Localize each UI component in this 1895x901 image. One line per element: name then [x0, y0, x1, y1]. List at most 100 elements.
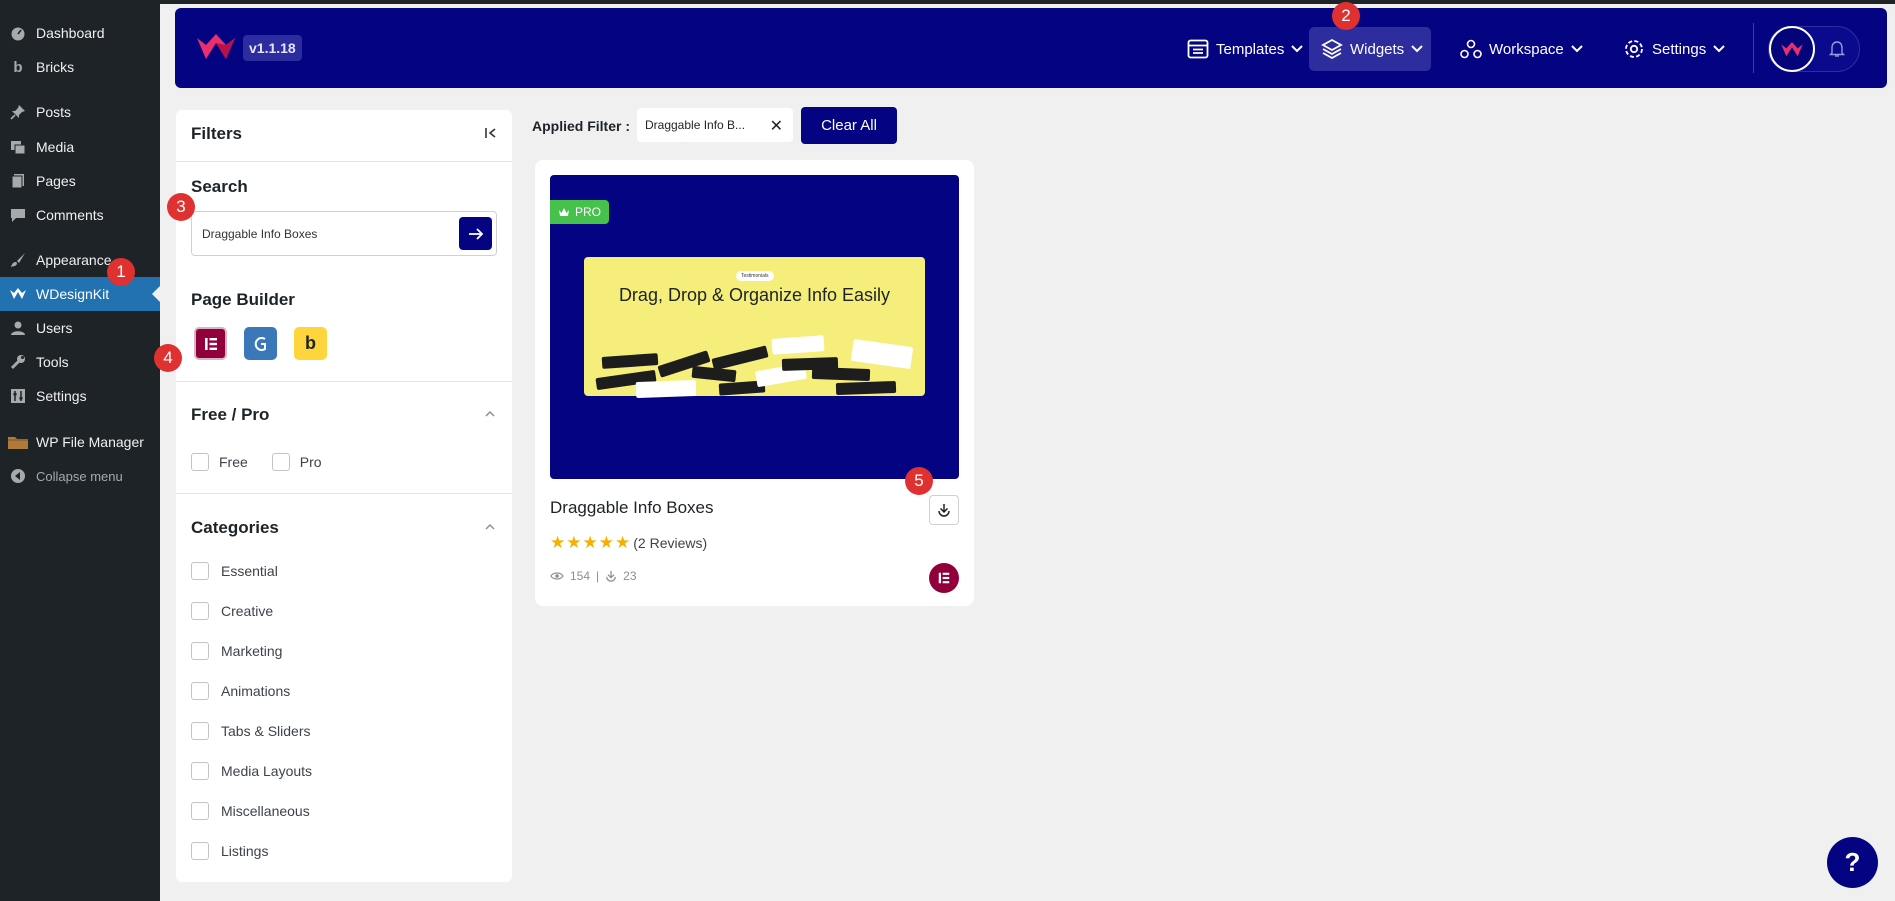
sidebar-item-label: Media: [36, 139, 75, 155]
sidebar-item-appearance[interactable]: Appearance: [0, 243, 160, 277]
category-creative[interactable]: Creative: [191, 602, 273, 620]
stats-separator: |: [596, 569, 600, 583]
nav-templates[interactable]: Templates: [1175, 27, 1315, 71]
page-builder-heading: Page Builder: [191, 290, 295, 309]
step-marker-2: 2: [1332, 2, 1360, 30]
bricks-filter-button[interactable]: b: [294, 327, 327, 360]
category-label: Miscellaneous: [221, 803, 310, 819]
search-field[interactable]: [191, 211, 497, 256]
sidebar-item-label: Appearance: [36, 252, 112, 268]
widget-title[interactable]: Draggable Info Boxes: [550, 498, 714, 518]
sidebar-item-label: Tools: [36, 354, 69, 370]
category-essential[interactable]: Essential: [191, 562, 278, 580]
elementor-filter-button[interactable]: [194, 327, 227, 360]
widget-card[interactable]: PRO Testimonials Drag, Drop & Organize I…: [535, 160, 974, 606]
chevron-up-icon[interactable]: [484, 408, 496, 420]
divider: [176, 161, 512, 162]
checkbox[interactable]: [191, 762, 209, 780]
star-icon: ★: [566, 533, 582, 552]
chevron-up-icon[interactable]: [484, 521, 496, 533]
category-tabs-sliders[interactable]: Tabs & Sliders: [191, 722, 310, 740]
view-count: 154: [570, 569, 591, 583]
checkbox[interactable]: [191, 722, 209, 740]
free-checkbox-row[interactable]: Free Pro: [191, 453, 322, 471]
search-input[interactable]: [202, 222, 442, 246]
sidebar-item-bricks[interactable]: b Bricks: [0, 50, 160, 84]
download-icon: [938, 504, 950, 517]
checkbox[interactable]: [191, 842, 209, 860]
wrench-icon: [0, 354, 36, 370]
sidebar-item-tools[interactable]: Tools: [0, 345, 160, 379]
chevron-down-icon: [1571, 45, 1583, 53]
search-submit-button[interactable]: [459, 217, 492, 250]
nav-widgets-label: Widgets: [1350, 40, 1405, 58]
pro-checkbox[interactable]: [271, 453, 290, 471]
chip-label: Draggable Info B...: [645, 118, 746, 132]
folder-icon: [0, 434, 36, 450]
collapse-menu-button[interactable]: Collapse menu: [0, 459, 160, 493]
checkbox[interactable]: [191, 562, 209, 580]
chevron-down-icon: [1411, 45, 1423, 53]
category-listings[interactable]: Listings: [191, 842, 268, 860]
avatar[interactable]: [1769, 26, 1815, 72]
bricks-icon: b: [305, 333, 316, 353]
widget-preview-image[interactable]: PRO Testimonials Drag, Drop & Organize I…: [550, 175, 959, 479]
sidebar-item-pages[interactable]: Pages: [0, 164, 160, 198]
nav-workspace[interactable]: Workspace: [1448, 27, 1595, 71]
preview-sticker: [811, 366, 871, 382]
settings-icon: [0, 388, 36, 404]
collapse-filters-icon[interactable]: [484, 126, 498, 142]
sidebar-item-users[interactable]: Users: [0, 311, 160, 345]
arrow-right-icon: [468, 227, 483, 240]
remove-filter-icon[interactable]: ✕: [770, 116, 783, 136]
gutenberg-filter-button[interactable]: [244, 327, 277, 360]
checkbox[interactable]: [191, 642, 209, 660]
category-media-layouts[interactable]: Media Layouts: [191, 762, 312, 780]
sidebar-item-posts[interactable]: Posts: [0, 95, 160, 129]
pro-badge-label: PRO: [575, 205, 602, 219]
sidebar-item-label: WP File Manager: [36, 434, 144, 450]
sidebar-item-dashboard[interactable]: Dashboard: [0, 16, 160, 50]
sidebar-item-label: Posts: [36, 104, 72, 120]
step-marker-3: 3: [167, 193, 195, 221]
widget-stats: 154 | 23: [550, 569, 637, 583]
clear-all-button[interactable]: Clear All: [801, 107, 897, 144]
gutenberg-icon: [254, 336, 266, 351]
checkbox[interactable]: [191, 602, 209, 620]
preview-artwork: Testimonials Drag, Drop & Organize Info …: [584, 257, 925, 399]
pro-label: Pro: [299, 454, 322, 470]
sidebar-item-wdesignkit[interactable]: WDesignKit: [0, 277, 160, 311]
sidebar-item-comments[interactable]: Comments: [0, 198, 160, 232]
help-button[interactable]: ?: [1827, 837, 1878, 888]
checkbox[interactable]: [191, 802, 209, 820]
categories-heading: Categories: [191, 518, 279, 537]
wdesignkit-logo[interactable]: [195, 32, 237, 67]
eye-icon: [550, 572, 564, 580]
filters-panel: Filters Search Page Builder b Free / Pro…: [176, 110, 512, 882]
category-animations[interactable]: Animations: [191, 682, 290, 700]
sidebar-item-label: Comments: [36, 207, 104, 223]
sidebar-item-label: Users: [36, 320, 73, 336]
download-button[interactable]: [929, 495, 959, 525]
category-label: Tabs & Sliders: [221, 723, 311, 739]
checkbox[interactable]: [191, 682, 209, 700]
account-toggle[interactable]: [1768, 26, 1860, 72]
wdesignkit-icon: [0, 287, 36, 301]
templates-icon: [1187, 39, 1209, 59]
nav-settings[interactable]: Settings: [1611, 27, 1737, 71]
step-marker-5: 5: [905, 467, 933, 495]
category-miscellaneous[interactable]: Miscellaneous: [191, 802, 310, 820]
sidebar-item-settings[interactable]: Settings: [0, 379, 160, 413]
category-label: Animations: [221, 683, 291, 699]
category-marketing[interactable]: Marketing: [191, 642, 282, 660]
sidebar-item-media[interactable]: Media: [0, 130, 160, 164]
category-label: Listings: [221, 843, 269, 859]
free-checkbox[interactable]: [191, 453, 209, 471]
divider: [176, 493, 512, 494]
preview-sticker: [835, 380, 897, 396]
bell-icon[interactable]: [1828, 40, 1846, 63]
nav-widgets[interactable]: Widgets: [1309, 27, 1431, 71]
divider: [176, 381, 512, 382]
preview-title: Drag, Drop & Organize Info Easily: [618, 285, 891, 305]
sidebar-item-wp-file-manager[interactable]: WP File Manager: [0, 425, 160, 459]
